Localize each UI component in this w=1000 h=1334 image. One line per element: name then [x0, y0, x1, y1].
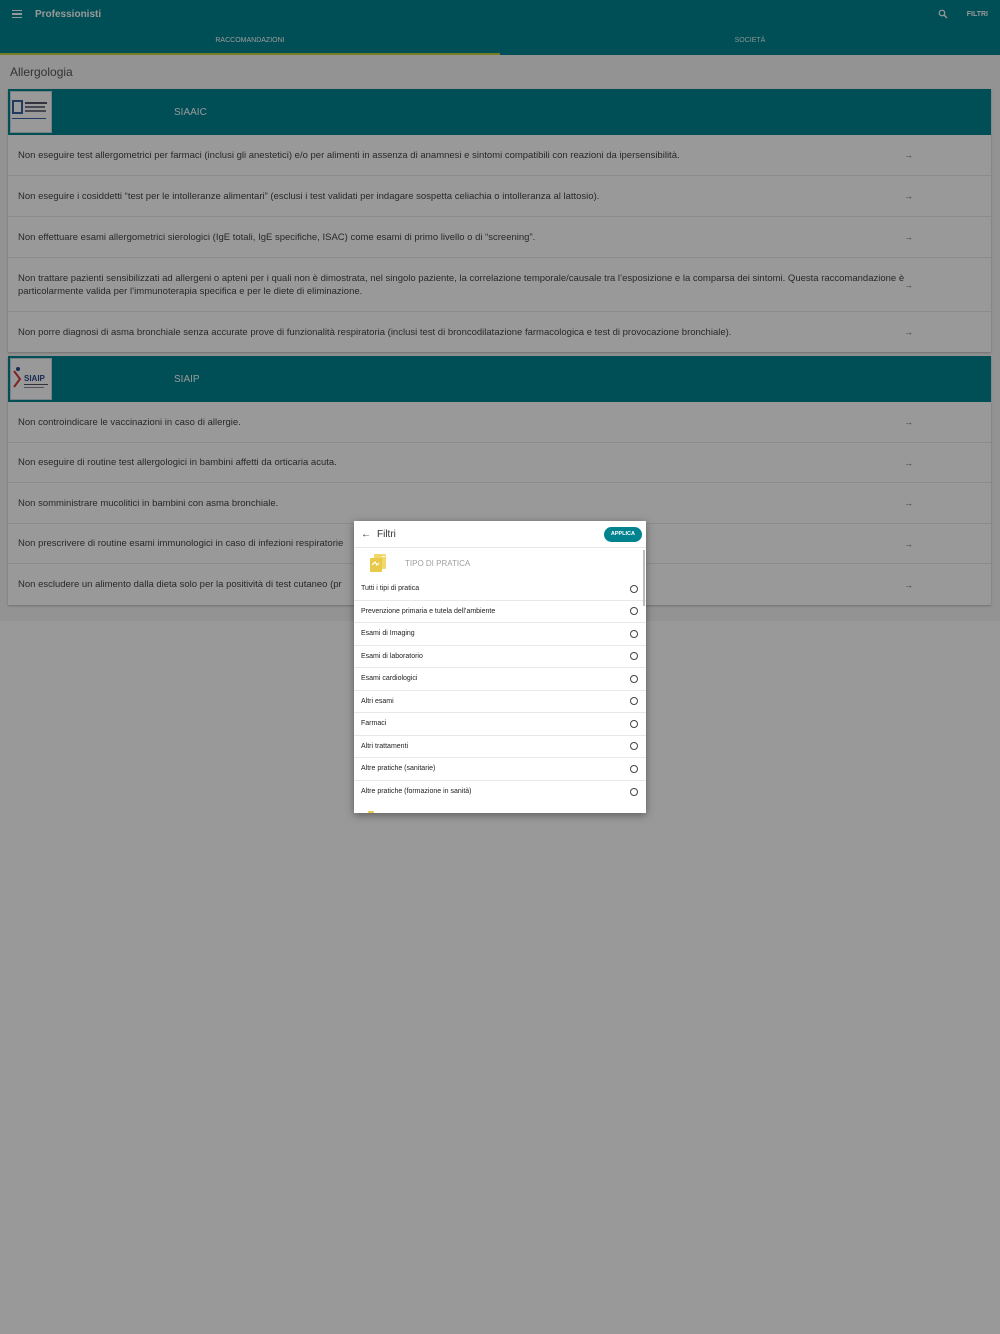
filter-option[interactable]: Tutti i tipi di pratica: [354, 578, 646, 601]
filter-option[interactable]: Farmaci: [354, 713, 646, 736]
filter-option[interactable]: Esami di Imaging: [354, 623, 646, 646]
scrollbar[interactable]: [643, 550, 645, 606]
radio-button[interactable]: [630, 787, 638, 796]
radio-button[interactable]: [630, 652, 638, 661]
filter-option[interactable]: Altri esami: [354, 691, 646, 713]
filter-option[interactable]: Prevenzione primaria e tutela dell’ambie…: [354, 601, 646, 623]
filter-section-header: TIPO DI PRATICA: [354, 548, 646, 578]
radio-button[interactable]: [630, 719, 638, 728]
radio-button[interactable]: [630, 742, 638, 751]
filter-option[interactable]: Esami di laboratorio: [354, 646, 646, 668]
radio-button[interactable]: [630, 764, 638, 773]
filter-option[interactable]: Altri trattamenti: [354, 736, 646, 758]
radio-button[interactable]: [630, 674, 638, 683]
radio-button[interactable]: [630, 584, 638, 593]
filter-option[interactable]: Esami cardiologici: [354, 668, 646, 691]
next-section-icon: [368, 811, 374, 813]
filter-option[interactable]: Altre pratiche (formazione in sanità): [354, 781, 646, 804]
filter-dialog: ← Filtri APPLICA TIPO DI PRATICA Tutti i…: [354, 521, 646, 813]
dialog-header: ← Filtri APPLICA: [354, 521, 646, 548]
dialog-title: Filtri: [377, 528, 396, 540]
radio-button[interactable]: [630, 629, 638, 638]
radio-button[interactable]: [630, 697, 638, 706]
document-icon: [367, 553, 389, 573]
filter-section-label: TIPO DI PRATICA: [405, 558, 471, 568]
filter-option[interactable]: Altre pratiche (sanitarie): [354, 758, 646, 781]
radio-button[interactable]: [630, 607, 638, 616]
dialog-body[interactable]: TIPO DI PRATICA Tutti i tipi di pratica …: [354, 548, 646, 813]
apply-button[interactable]: APPLICA: [603, 526, 642, 542]
arrow-left-icon[interactable]: ←: [357, 525, 375, 543]
